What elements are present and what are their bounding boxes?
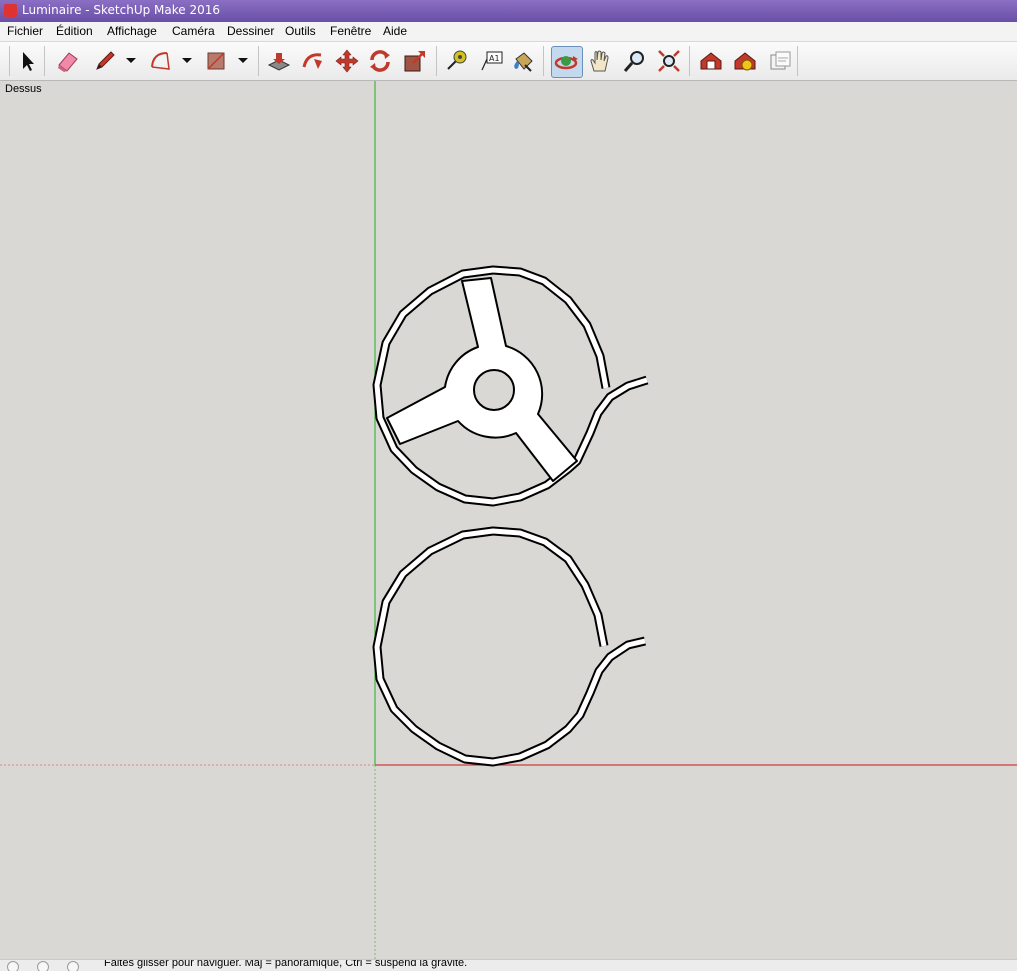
view-label: Dessus [5,83,42,95]
menu-camera[interactable]: Caméra [172,24,215,38]
menu-edition[interactable]: Édition [56,24,93,38]
pan-icon[interactable] [586,47,614,75]
paint-bucket-icon[interactable] [509,47,537,75]
ring-model[interactable] [372,526,647,767]
drawing-viewport[interactable]: Dessus [0,81,1017,959]
scale-icon[interactable] [401,47,429,75]
status-message: Faites glisser pour naviguer. Maj = pano… [104,959,468,969]
extension-icon[interactable] [731,47,759,75]
toolbar: A1 [0,42,1017,81]
sketchup-app-icon [4,4,17,17]
arc-icon[interactable] [147,47,175,75]
svg-text:A1: A1 [489,54,500,63]
menu-aide[interactable]: Aide [383,24,407,38]
select-icon[interactable] [13,47,41,75]
chevron-down-icon[interactable] [124,52,138,68]
pencil-icon[interactable] [91,47,119,75]
toolbar-separator [436,46,437,76]
tape-measure-icon[interactable] [443,47,471,75]
warehouse-icon[interactable] [697,47,725,75]
model-canvas[interactable] [0,81,1017,959]
rectangle-icon[interactable] [202,47,230,75]
title-bar: Luminaire - SketchUp Make 2016 [0,0,1017,22]
menu-affichage[interactable]: Affichage [107,24,157,38]
wheel-model[interactable] [372,265,649,507]
rotate-icon[interactable] [366,47,394,75]
toolbar-separator [797,46,798,76]
text-icon[interactable]: A1 [478,47,506,75]
menu-outils[interactable]: Outils [285,24,316,38]
zoom-icon[interactable] [621,47,649,75]
eraser-icon[interactable] [53,47,81,75]
menu-dessiner[interactable]: Dessiner [227,24,274,38]
window-title: Luminaire - SketchUp Make 2016 [22,3,221,17]
menu-fenetre[interactable]: Fenêtre [330,24,371,38]
toolbar-separator [258,46,259,76]
chevron-down-icon[interactable] [236,52,250,68]
move-icon[interactable] [333,47,361,75]
status-bar: Faites glisser pour naviguer. Maj = pano… [0,959,1017,971]
layout-icon[interactable] [766,47,794,75]
wheel-center-hole [473,369,515,411]
chevron-down-icon[interactable] [180,52,194,68]
toolbar-separator [689,46,690,76]
push-pull-icon[interactable] [265,47,293,75]
follow-me-icon[interactable] [299,47,327,75]
orbit-icon[interactable] [551,46,583,78]
menu-bar: Fichier Édition Affichage Caméra Dessine… [0,22,1017,42]
zoom-extents-icon[interactable] [655,47,683,75]
menu-fichier[interactable]: Fichier [7,24,43,38]
toolbar-separator [543,46,544,76]
toolbar-separator [44,46,45,76]
toolbar-separator [9,46,10,76]
